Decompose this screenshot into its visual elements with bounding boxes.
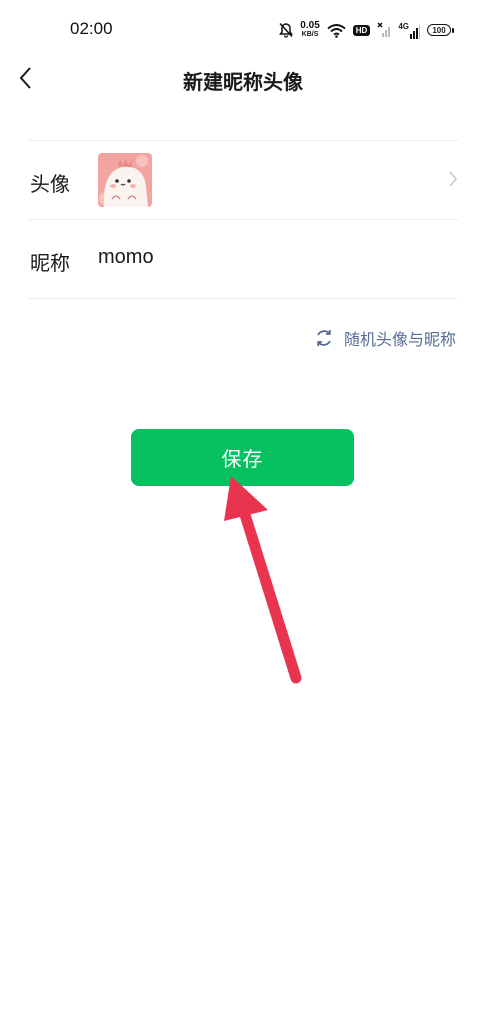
net-speed-value: 0.05 [300,20,320,31]
status-time: 02:00 [70,19,113,38]
random-link-label: 随机头像与昵称 [343,330,456,349]
avatar-row-chevron [448,170,458,192]
mute-bell-icon [279,22,294,38]
signal-strength-icon [410,24,420,39]
nickname-row[interactable] [0,220,486,298]
nickname-row-label: 昵称 [30,251,70,275]
battery-indicator: 100 [427,24,454,36]
nickname-input[interactable]: momo [98,246,154,269]
net-speed-indicator: 0.05 KB/S [300,21,319,39]
avatar[interactable] [98,153,152,207]
wifi-icon [327,23,346,38]
page-title: 新建昵称头像 [183,70,303,94]
chevron-right-icon [449,171,458,187]
battery-level: 100 [432,25,446,35]
save-button[interactable]: 保存 [131,429,354,486]
hd-badge: HD [352,24,371,36]
avatar-row[interactable] [0,141,486,219]
avatar-row-label: 头像 [30,172,70,196]
signal-no-sim-icon [377,22,391,37]
avatar-image [98,153,152,207]
network-type-label: 4G [398,21,409,31]
refresh-icon [317,330,331,346]
divider-bottom [28,298,458,299]
status-icons: 0.05 KB/S HD 4G 100 [279,18,454,42]
net-speed-unit: KB/S [301,31,319,38]
random-avatar-nickname-link[interactable]: 随机头像与昵称 [314,326,456,350]
signal-4g-indicator: 4G [398,22,420,39]
